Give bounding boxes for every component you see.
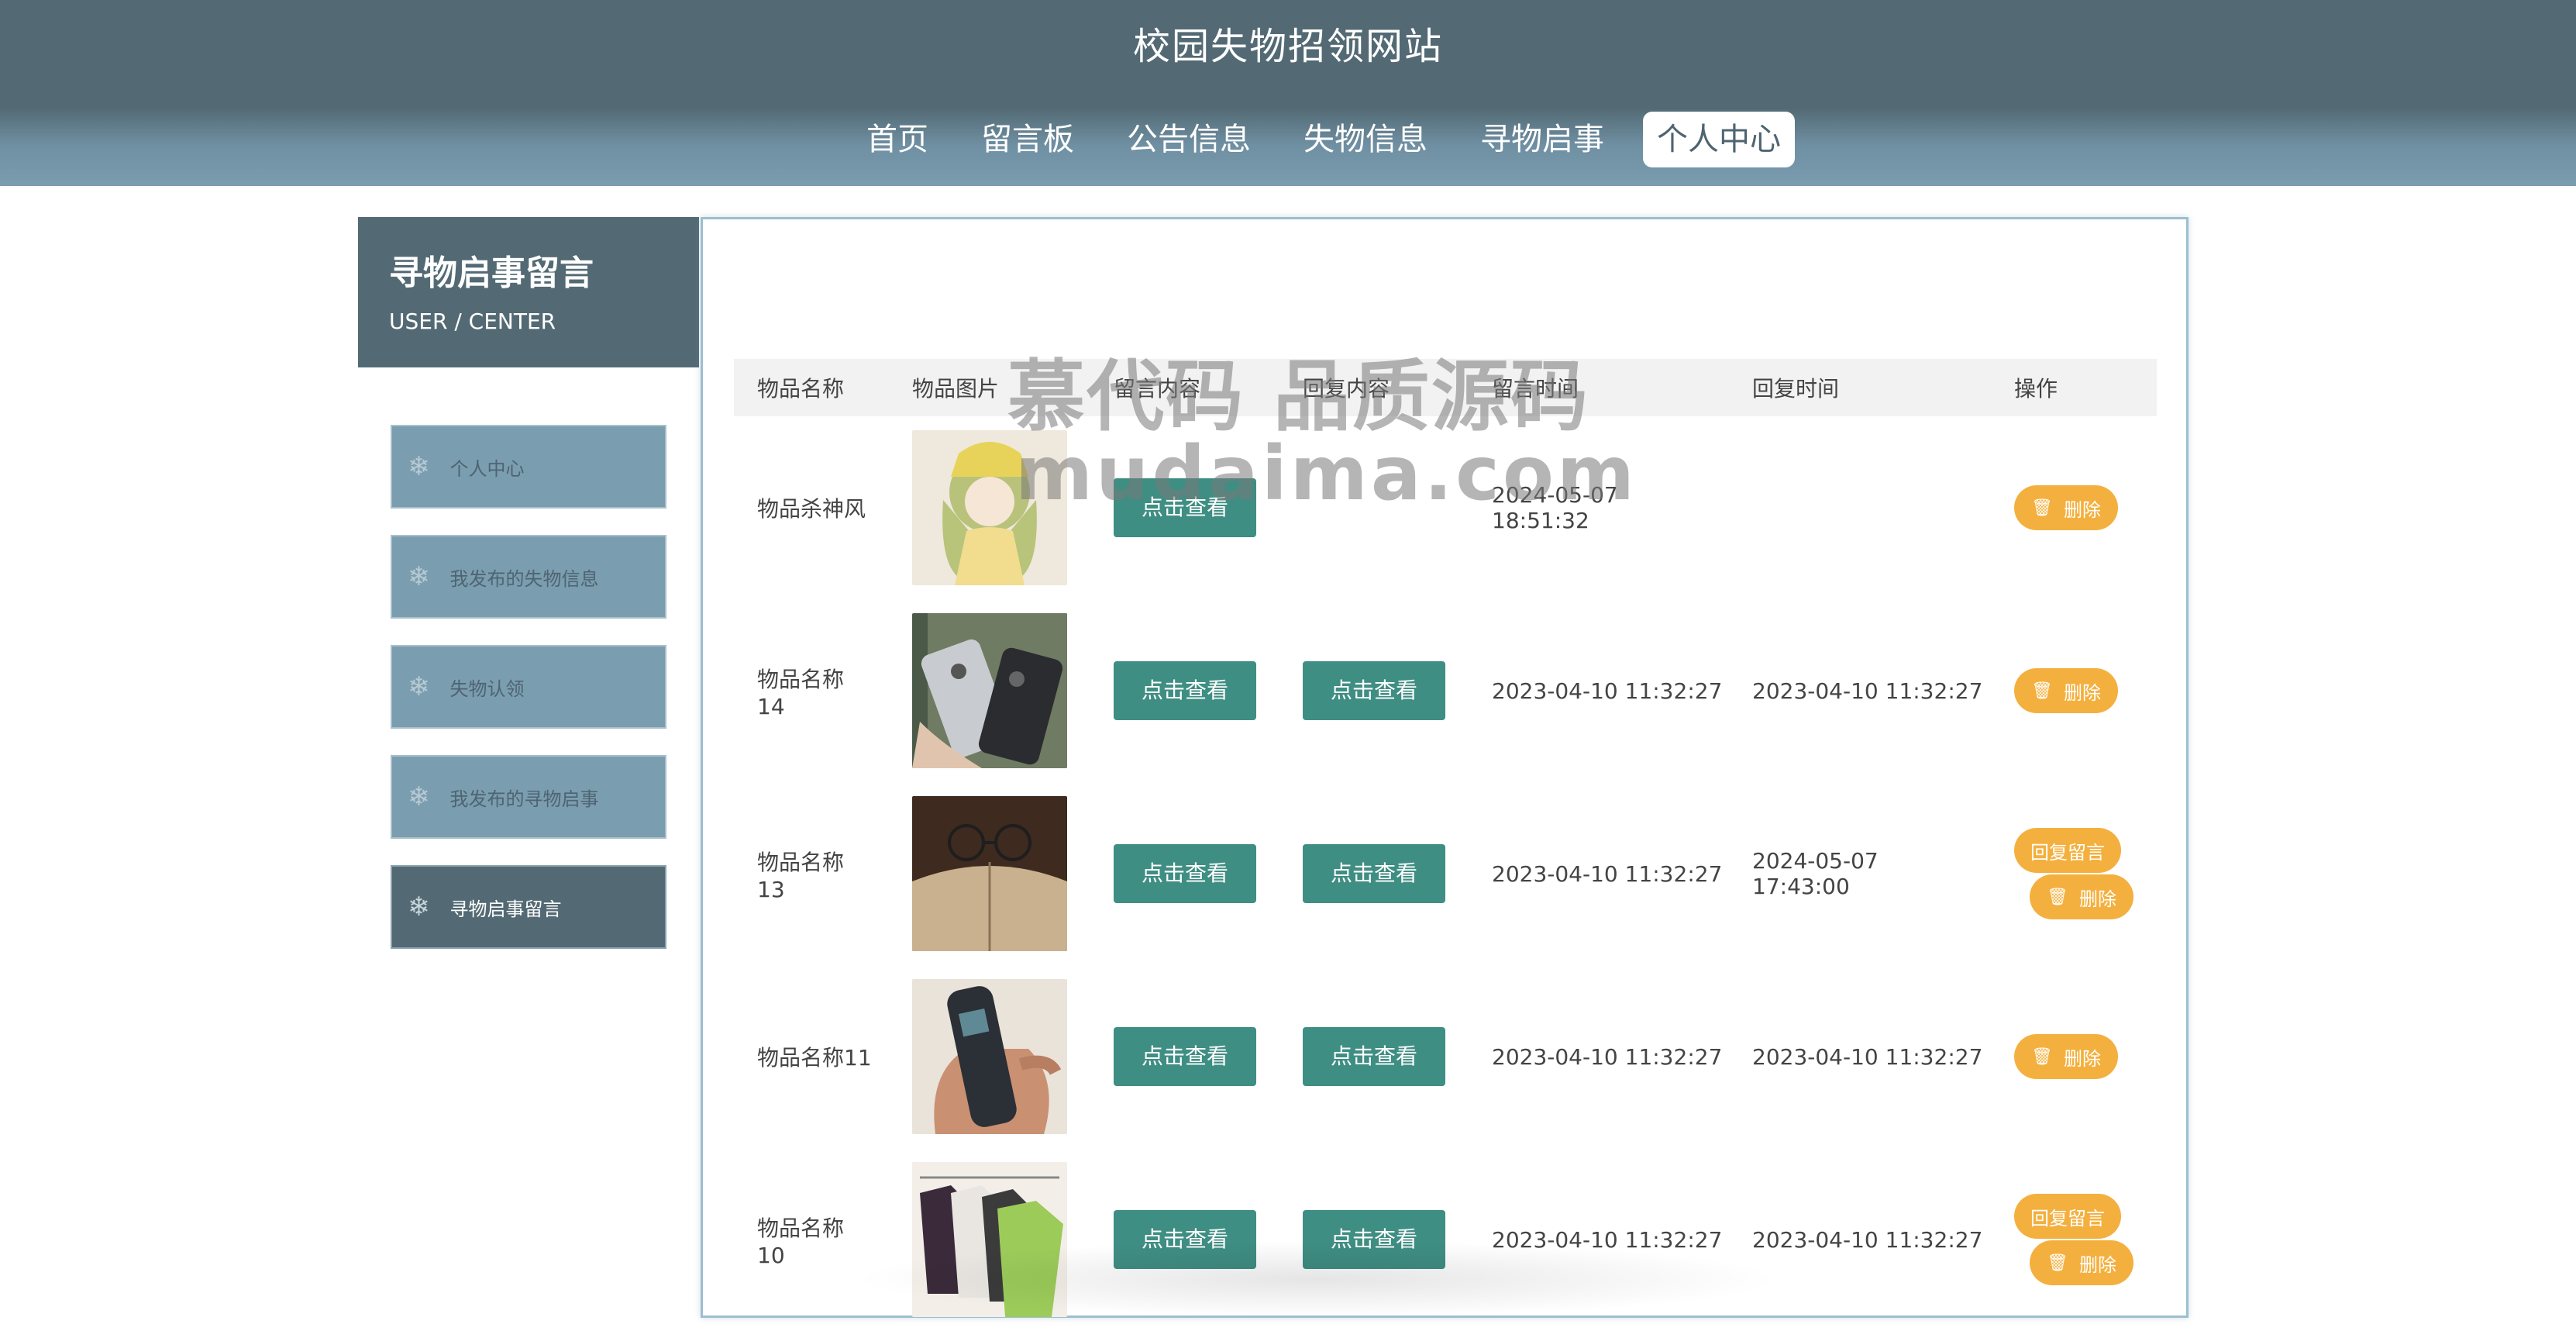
- delete-label: 删除: [2063, 498, 2101, 521]
- delete-label: 删除: [2063, 1047, 2101, 1070]
- delete-button[interactable]: 🗑 删除: [2014, 668, 2118, 713]
- sidebar-item-claims[interactable]: ❄ 失物认领: [391, 645, 666, 729]
- delete-button[interactable]: 🗑 删除: [2014, 485, 2118, 530]
- message-time: 2024-05-07 18:51:32: [1492, 482, 1618, 533]
- table-row: 物品杀神风 点击查看 2024-05-07 18:51:32 🗑 删除: [734, 416, 2157, 599]
- reply-time: 2023-04-10 11:32:27: [1752, 1043, 1983, 1070]
- snowflake-icon: ❄: [408, 891, 430, 922]
- sidebar-title: 寻物启事留言: [389, 253, 594, 293]
- item-name: 物品名称11: [757, 1045, 872, 1071]
- nav-lost-items[interactable]: 失物信息: [1290, 112, 1441, 167]
- sidebar-item-label: 寻物启事留言: [449, 898, 562, 920]
- header-actions: 操作: [1991, 359, 2157, 416]
- table-header-row: 物品名称 物品图片 留言内容 回复内容 留言时间 回复时间 操作: [734, 359, 2157, 416]
- snowflake-icon: ❄: [408, 671, 430, 702]
- main-nav: 首页 留言板 公告信息 失物信息 寻物启事 个人中心: [852, 112, 1795, 167]
- header-message-content: 留言内容: [1090, 359, 1279, 416]
- sidebar-item-label: 我发布的失物信息: [449, 567, 599, 590]
- sidebar-item-my-search-notices[interactable]: ❄ 我发布的寻物启事: [391, 755, 666, 839]
- message-table: 物品名称 物品图片 留言内容 回复内容 留言时间 回复时间 操作 物品杀神风 点…: [734, 359, 2157, 1331]
- sidebar-item-my-lost-items[interactable]: ❄ 我发布的失物信息: [391, 535, 666, 619]
- trash-icon: 🗑: [2031, 1047, 2053, 1067]
- trash-icon: 🗑: [2031, 498, 2053, 518]
- sidebar-subtitle: USER / CENTER: [389, 309, 556, 334]
- old-phone-photo[interactable]: [912, 979, 1067, 1134]
- main-panel: 物品名称 物品图片 留言内容 回复内容 留言时间 回复时间 操作 物品杀神风 点…: [701, 217, 2189, 1318]
- reply-button[interactable]: 回复留言: [2014, 1194, 2121, 1239]
- view-message-button[interactable]: 点击查看: [1114, 844, 1256, 903]
- delete-button[interactable]: 🗑 删除: [2014, 1034, 2118, 1079]
- message-time: 2023-04-10 11:32:27: [1492, 860, 1723, 887]
- view-reply-button[interactable]: 点击查看: [1303, 1027, 1445, 1086]
- nav-search-notices[interactable]: 寻物启事: [1466, 112, 1618, 167]
- snowflake-icon: ❄: [408, 451, 430, 482]
- view-message-button[interactable]: 点击查看: [1114, 478, 1256, 537]
- sidebar-item-personal-center[interactable]: ❄ 个人中心: [391, 425, 666, 509]
- view-reply-button[interactable]: 点击查看: [1303, 844, 1445, 903]
- nav-announcements[interactable]: 公告信息: [1113, 112, 1265, 167]
- reply-time: 2023-04-10 11:32:27: [1752, 678, 1983, 704]
- sidebar-header: 寻物启事留言 USER / CENTER: [358, 217, 699, 367]
- delete-label: 删除: [2063, 681, 2101, 704]
- delete-label: 删除: [2078, 1253, 2116, 1276]
- table-row: 物品名称13 点击查看 点击查看 2023-04-10 11:32:27 202…: [734, 782, 2157, 965]
- sidebar-menu: ❄ 个人中心 ❄ 我发布的失物信息 ❄ 失物认领 ❄ 我发布的寻物启事 ❄ 寻物…: [391, 425, 666, 949]
- site-header: 校园失物招领网站 首页 留言板 公告信息 失物信息 寻物启事 个人中心: [0, 0, 2576, 186]
- book-glasses-photo[interactable]: [912, 796, 1067, 951]
- header-reply-time: 回复时间: [1729, 359, 1991, 416]
- bottom-shadow: [852, 1240, 1782, 1318]
- trash-icon: 🗑: [2031, 681, 2053, 701]
- doll-photo[interactable]: [912, 430, 1067, 585]
- snowflake-icon: ❄: [408, 781, 430, 812]
- trash-icon: 🗑: [2047, 887, 2068, 907]
- reply-time: 2024-05-07 17:43:00: [1752, 848, 1879, 899]
- item-name: 物品名称13: [757, 849, 845, 902]
- delete-button[interactable]: 🗑 删除: [2030, 1240, 2133, 1285]
- view-message-button[interactable]: 点击查看: [1114, 1027, 1256, 1086]
- reply-button[interactable]: 回复留言: [2014, 828, 2121, 873]
- delete-button[interactable]: 🗑 删除: [2030, 874, 2133, 919]
- nav-personal-center[interactable]: 个人中心: [1643, 112, 1795, 167]
- nav-home[interactable]: 首页: [852, 112, 942, 167]
- message-time: 2023-04-10 11:32:27: [1492, 678, 1723, 704]
- view-message-button[interactable]: 点击查看: [1114, 661, 1256, 720]
- header-item-image: 物品图片: [889, 359, 1090, 416]
- item-name: 物品杀神风: [757, 496, 866, 522]
- header-reply-content: 回复内容: [1279, 359, 1469, 416]
- snowflake-icon: ❄: [408, 561, 430, 592]
- message-time: 2023-04-10 11:32:27: [1492, 1043, 1723, 1070]
- header-item-name: 物品名称: [734, 359, 889, 416]
- site-title: 校园失物招领网站: [1132, 25, 1443, 68]
- table-row: 物品名称14 点击查看 点击查看 2023-04-10 11:32:27 202…: [734, 599, 2157, 782]
- delete-label: 删除: [2078, 888, 2116, 910]
- header-message-time: 留言时间: [1469, 359, 1729, 416]
- sidebar-item-search-messages[interactable]: ❄ 寻物启事留言: [391, 865, 666, 949]
- sidebar-item-label: 个人中心: [449, 457, 525, 480]
- sidebar-item-label: 我发布的寻物启事: [449, 788, 599, 810]
- trash-icon: 🗑: [2047, 1253, 2068, 1273]
- phones-photo[interactable]: [912, 613, 1067, 768]
- item-name: 物品名称14: [757, 666, 845, 719]
- table-row: 物品名称11 点击查看 点击查看 2023-04-10 11:32:27 202…: [734, 965, 2157, 1148]
- nav-message-board[interactable]: 留言板: [967, 112, 1088, 167]
- reply-time: [1729, 416, 1991, 599]
- sidebar-item-label: 失物认领: [449, 678, 525, 700]
- view-reply-button[interactable]: 点击查看: [1303, 661, 1445, 720]
